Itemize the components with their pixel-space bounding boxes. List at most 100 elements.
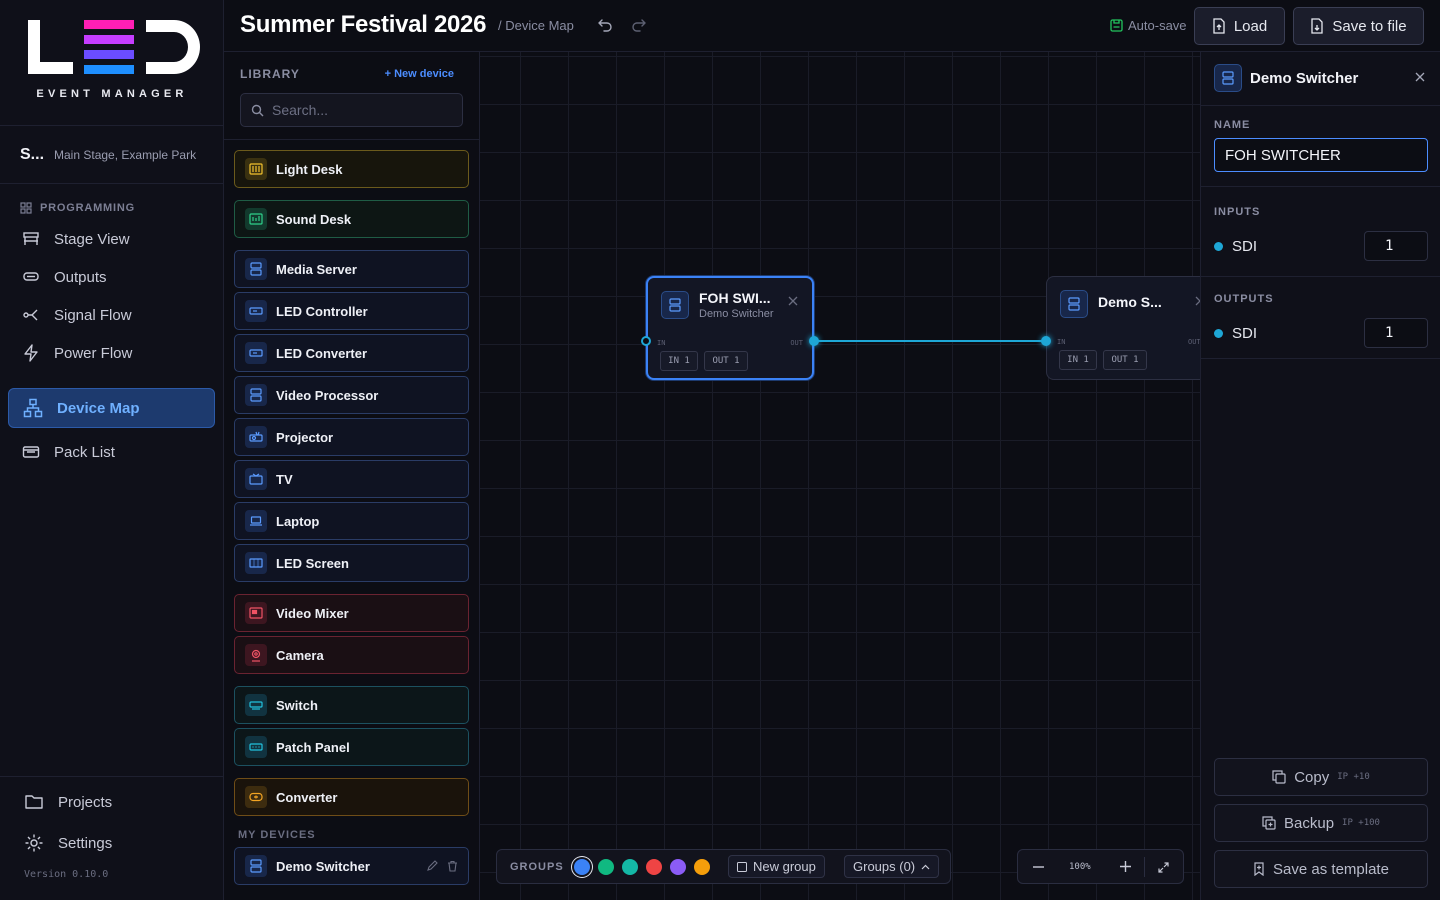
edit-icon[interactable] (426, 860, 438, 872)
power-icon (24, 344, 38, 362)
group-color-red[interactable] (646, 859, 662, 875)
library-item-laptop[interactable]: Laptop (234, 502, 469, 540)
led-controller-icon (249, 307, 263, 315)
group-color-orange[interactable] (694, 859, 710, 875)
autosave-status[interactable]: Auto-save (1110, 18, 1187, 33)
close-icon[interactable] (1415, 72, 1425, 82)
library-item-camera[interactable]: Camera (234, 636, 469, 674)
device-map-icon (23, 398, 43, 418)
library-search[interactable] (240, 93, 463, 127)
node-icon (1060, 290, 1088, 318)
groups-count-label: Groups (0) (853, 859, 916, 874)
library-item-switch[interactable]: Switch (234, 686, 469, 724)
sidebar-item-device-map[interactable]: Device Map (8, 388, 215, 428)
library-item-converter[interactable]: Converter (234, 778, 469, 816)
library-item-video-processor[interactable]: Video Processor (234, 376, 469, 414)
library-item-led-screen[interactable]: LED Screen (234, 544, 469, 582)
library-item-label: Media Server (276, 261, 357, 277)
server-icon (250, 859, 262, 873)
node-input-port[interactable] (1041, 336, 1051, 346)
sidebar-item-stage-view[interactable]: Stage View (8, 220, 215, 258)
sidebar-item-projects[interactable]: Projects (24, 793, 112, 811)
node-title: Demo S... (1098, 294, 1162, 310)
signal-dot (1214, 328, 1223, 338)
group-color-teal[interactable] (622, 859, 638, 875)
load-button[interactable]: Load (1194, 7, 1285, 45)
connection-wire[interactable] (480, 52, 1200, 900)
library-item-video-mixer[interactable]: Video Mixer (234, 594, 469, 632)
search-icon (251, 104, 264, 116)
new-group-button[interactable]: New group (728, 855, 825, 878)
device-name-field[interactable] (1214, 138, 1428, 172)
node-output-pill[interactable]: OUT 1 (704, 351, 748, 371)
save-as-template-button[interactable]: Save as template (1214, 850, 1428, 888)
zoom-divider (1144, 857, 1145, 877)
fit-screen-icon[interactable] (1158, 862, 1169, 873)
node-input-port[interactable] (641, 336, 651, 346)
save-check-icon (1110, 19, 1123, 32)
close-icon[interactable] (788, 296, 798, 306)
sidebar-item-outputs[interactable]: Outputs (8, 258, 215, 296)
signal-dot (1214, 241, 1223, 251)
stage-icon (23, 232, 39, 245)
device-map-canvas[interactable]: FOH SWI... Demo Switcher IN OUT IN 1 OUT… (480, 52, 1200, 900)
group-color-green[interactable] (598, 859, 614, 875)
zoom-level: 100% (1069, 862, 1091, 872)
sidebar-divider (0, 776, 224, 777)
search-input[interactable] (272, 102, 452, 118)
server-icon (1068, 297, 1080, 311)
converter-icon (249, 792, 263, 802)
redo-icon[interactable] (631, 17, 647, 33)
page-title: Summer Festival 2026 (240, 11, 487, 38)
input-count-field[interactable] (1364, 231, 1428, 261)
project-selector[interactable]: S... Main Stage, Example Park (0, 126, 224, 184)
library-item-led-controller[interactable]: LED Controller (234, 292, 469, 330)
panel-divider (1201, 358, 1440, 359)
zoom-in-icon[interactable] (1120, 861, 1131, 872)
library-item-tv[interactable]: TV (234, 460, 469, 498)
copy-button[interactable]: Copy IP +10 (1214, 758, 1428, 796)
output-name: SDI (1232, 324, 1258, 342)
input-row-sdi: SDI (1214, 231, 1428, 261)
device-node-foh-switcher[interactable]: FOH SWI... Demo Switcher IN OUT IN 1 OUT… (641, 276, 819, 380)
node-title: FOH SWI... (699, 290, 771, 306)
save-as-template-label: Save as template (1273, 860, 1389, 878)
trash-icon[interactable] (447, 860, 458, 872)
library-item-sound-desk[interactable]: Sound Desk (234, 200, 469, 238)
node-input-pill[interactable]: IN 1 (1059, 350, 1097, 370)
autosave-label: Auto-save (1128, 18, 1187, 33)
library-item-media-server[interactable]: Media Server (234, 250, 469, 288)
undo-icon[interactable] (597, 17, 613, 33)
zoom-out-icon[interactable] (1033, 866, 1044, 868)
group-color-purple[interactable] (670, 859, 686, 875)
device-node-demo-switcher[interactable]: Demo S... IN OUT IN 1 OUT 1 (1041, 276, 1200, 380)
patch-panel-icon (249, 743, 263, 751)
panel-divider (1201, 276, 1440, 277)
library-item-led-converter[interactable]: LED Converter (234, 334, 469, 372)
node-out-label: OUT (1188, 338, 1200, 346)
library-item-label: TV (276, 471, 293, 487)
library-item-light-desk[interactable]: Light Desk (234, 150, 469, 188)
node-input-pill[interactable]: IN 1 (660, 351, 698, 371)
sidebar-item-pack-list[interactable]: Pack List (8, 433, 215, 471)
outputs-label: OUTPUTS (1214, 293, 1274, 305)
app-logo[interactable]: EVENT MANAGER (0, 0, 223, 126)
new-device-button[interactable]: + New device (385, 68, 454, 80)
group-color-blue[interactable] (574, 859, 590, 875)
sidebar-item-power-flow[interactable]: Power Flow (8, 334, 215, 372)
output-count-field[interactable] (1364, 318, 1428, 348)
backup-button[interactable]: Backup IP +100 (1214, 804, 1428, 842)
save-to-file-button[interactable]: Save to file (1293, 7, 1424, 45)
library-item-projector[interactable]: Projector (234, 418, 469, 456)
node-output-port[interactable] (809, 336, 819, 346)
sidebar-item-settings[interactable]: Settings (24, 833, 112, 853)
library-item-patch-panel[interactable]: Patch Panel (234, 728, 469, 766)
groups-dropdown[interactable]: Groups (0) (844, 855, 940, 878)
node-in-label: IN (1057, 338, 1066, 346)
library-item-label: Laptop (276, 513, 320, 529)
node-icon (661, 291, 689, 319)
node-output-pill[interactable]: OUT 1 (1103, 350, 1147, 370)
save-label: Save to file (1332, 17, 1407, 35)
sidebar-item-signal-flow[interactable]: Signal Flow (8, 296, 215, 334)
my-device-demo-switcher[interactable]: Demo Switcher (234, 847, 469, 885)
